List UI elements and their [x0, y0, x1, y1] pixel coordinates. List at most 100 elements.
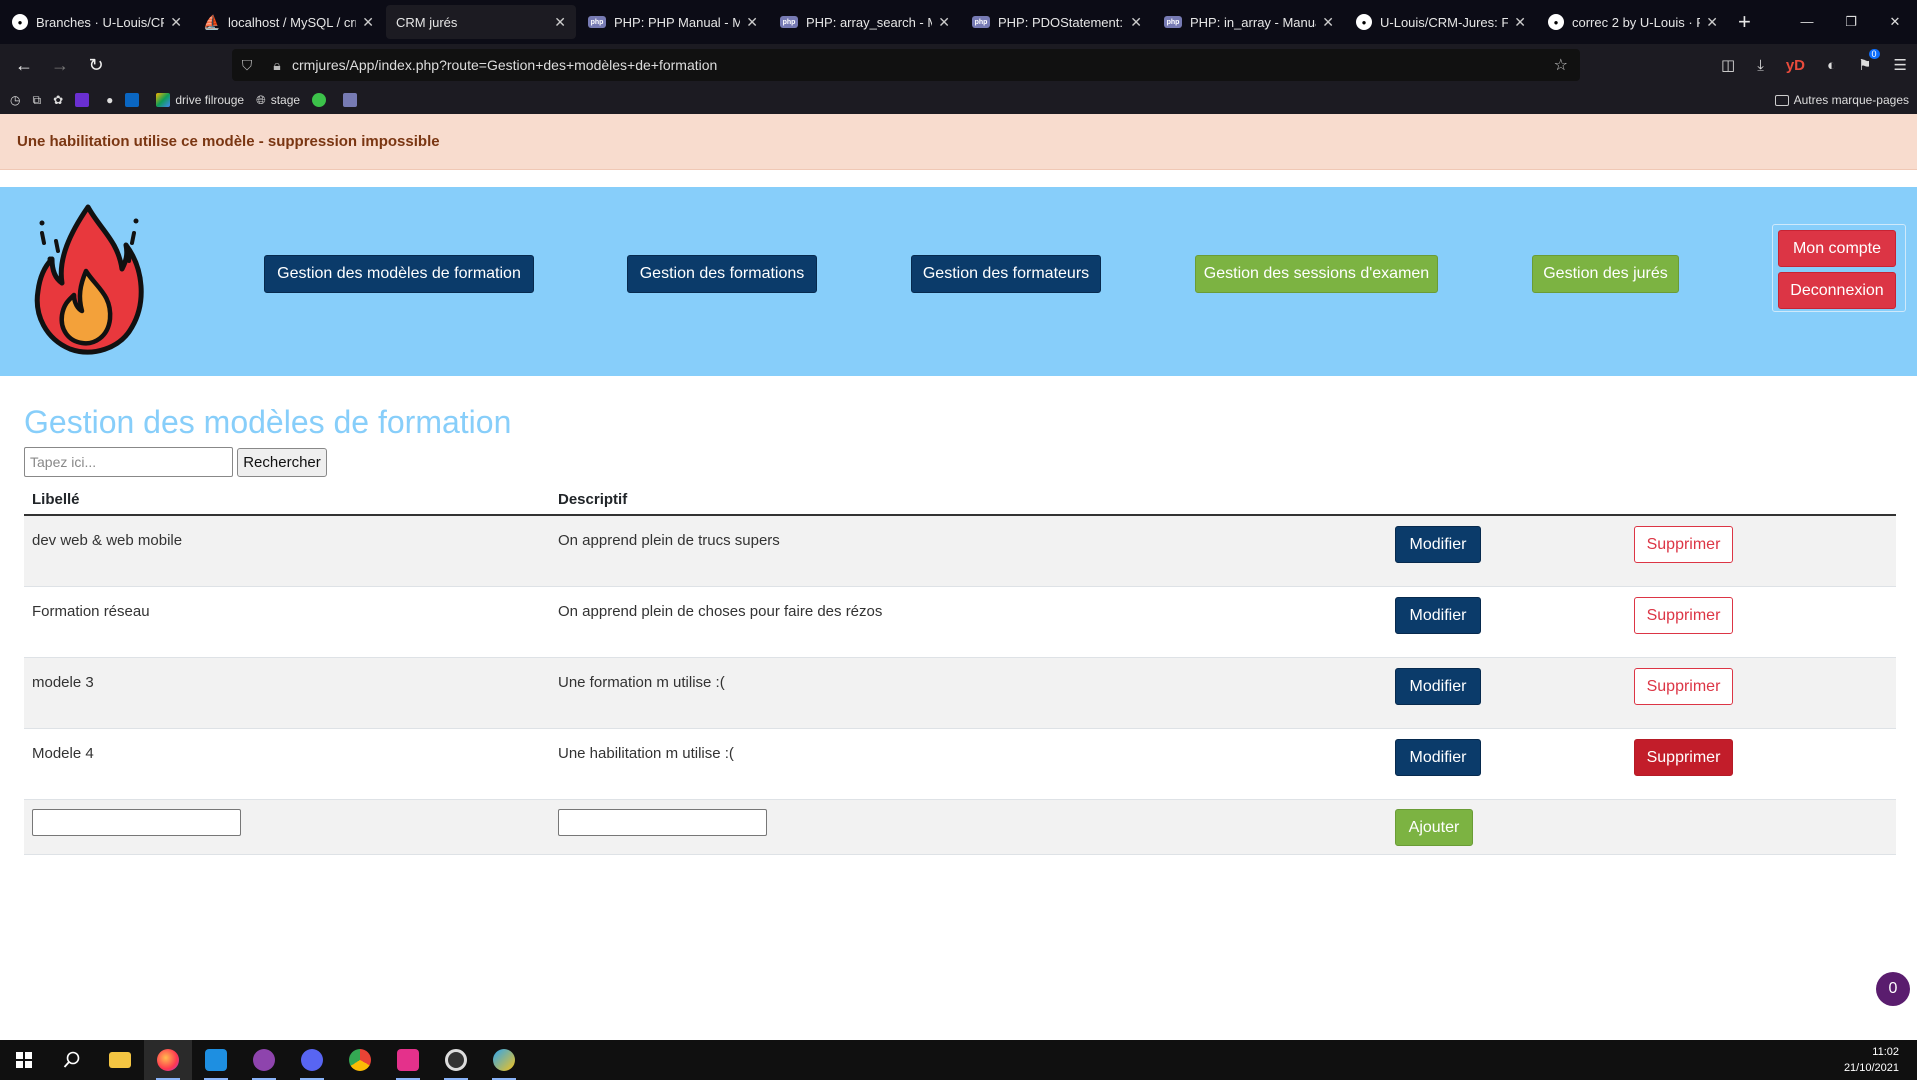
- other-bookmarks-label: Autres marque-pages: [1793, 93, 1909, 107]
- error-alert: Une habilitation utilise ce modèle - sup…: [0, 114, 1917, 170]
- minimize-icon[interactable]: —: [1785, 0, 1829, 44]
- media-icon[interactable]: [432, 1040, 480, 1080]
- browser-tab[interactable]: php PHP: PDOStatement::bin ✕: [962, 5, 1152, 39]
- models-table: Libellé Descriptif dev web & web mobile …: [24, 482, 1896, 855]
- search-button[interactable]: Rechercher: [237, 448, 327, 477]
- delete-button[interactable]: Supprimer: [1634, 597, 1733, 634]
- firefox-icon[interactable]: [144, 1040, 192, 1080]
- delete-button[interactable]: Supprimer: [1634, 526, 1733, 563]
- bookmark-github[interactable]: ●: [106, 93, 113, 107]
- close-icon[interactable]: ✕: [1514, 14, 1526, 31]
- close-icon[interactable]: ✕: [170, 14, 182, 31]
- bookmarks-bar: ◷ ⧉ ✿ ● drive filrouge 🌐︎ stage Autres ma…: [0, 86, 1917, 114]
- bookmark-extension[interactable]: ⧉: [32, 93, 41, 108]
- bookmark-game[interactable]: ✿: [53, 93, 63, 107]
- close-icon[interactable]: ✕: [554, 14, 566, 31]
- windows-start-icon[interactable]: [0, 1040, 48, 1080]
- extension-icon[interactable]: ◐: [1827, 57, 1836, 74]
- folder-glyph: [109, 1052, 131, 1068]
- browser-tab[interactable]: php PHP: PHP Manual - Man ✕: [578, 5, 768, 39]
- download-icon[interactable]: ⤓: [1757, 57, 1764, 74]
- wamp-icon[interactable]: [384, 1040, 432, 1080]
- add-button[interactable]: Ajouter: [1395, 809, 1473, 846]
- green-icon: [312, 93, 327, 107]
- other-bookmarks[interactable]: Autres marque-pages: [1774, 86, 1909, 114]
- browser-tab[interactable]: ● correc 2 by U-Louis · Pull ✕: [1538, 5, 1728, 39]
- restore-icon[interactable]: ❐: [1829, 0, 1873, 44]
- cell-descriptif: Une habilitation m utilise :(: [558, 745, 734, 762]
- clock-time: 11:02: [1872, 1046, 1899, 1058]
- bookmark-label: stage: [270, 93, 301, 107]
- tab-label: Branches · U-Louis/CRM: [36, 14, 164, 30]
- menu-icon[interactable]: ☰: [1894, 56, 1907, 74]
- discord-icon[interactable]: [288, 1040, 336, 1080]
- url-text[interactable]: crmjures/App/index.php?route=Gestion+des…: [292, 57, 717, 73]
- pocket-icon[interactable]: ◫: [1721, 56, 1735, 74]
- close-icon[interactable]: ✕: [938, 14, 950, 31]
- paint-icon[interactable]: [480, 1040, 528, 1080]
- close-icon[interactable]: ✕: [1130, 14, 1142, 31]
- chrome-icon[interactable]: [336, 1040, 384, 1080]
- tab-label: correc 2 by U-Louis · Pull: [1572, 14, 1700, 30]
- flame-logo-icon[interactable]: [30, 199, 150, 361]
- yandex-extension-icon[interactable]: yD: [1786, 57, 1805, 74]
- cell-libelle: Modele 4: [32, 745, 94, 762]
- new-descriptif-input[interactable]: [558, 809, 767, 836]
- table-row: dev web & web mobile On apprend plein de…: [24, 516, 1896, 587]
- bookmark-php[interactable]: [343, 93, 362, 107]
- github-icon: ●: [1548, 14, 1564, 30]
- forward-arrow-icon[interactable]: →: [42, 55, 78, 76]
- bookmark-green[interactable]: [312, 93, 331, 107]
- modify-button[interactable]: Modifier: [1395, 668, 1481, 705]
- my-account-button[interactable]: Mon compte: [1778, 230, 1896, 267]
- back-arrow-icon[interactable]: ←: [6, 55, 42, 76]
- new-libelle-input[interactable]: [32, 809, 241, 836]
- browser-tab[interactable]: ● Branches · U-Louis/CRM ✕: [2, 5, 192, 39]
- bookmark-history[interactable]: ◷: [10, 93, 20, 107]
- browser-tab[interactable]: ● U-Louis/CRM-Jures: Fil r ✕: [1346, 5, 1536, 39]
- page-info-icon[interactable]: 🔒︎: [262, 57, 292, 74]
- new-tab-icon[interactable]: +: [1738, 9, 1751, 35]
- logout-button[interactable]: Deconnexion: [1778, 272, 1896, 309]
- browser-tab[interactable]: php PHP: in_array - Manual ✕: [1154, 5, 1344, 39]
- browser-tab[interactable]: php PHP: array_search - Man ✕: [770, 5, 960, 39]
- modify-button[interactable]: Modifier: [1395, 597, 1481, 634]
- bookmark-drive[interactable]: drive filrouge: [156, 93, 244, 107]
- delete-button-focused[interactable]: Supprimer: [1634, 739, 1733, 776]
- vscode-icon[interactable]: [192, 1040, 240, 1080]
- search-input[interactable]: [24, 447, 233, 477]
- extension-badge-icon[interactable]: ⚑ 0: [1858, 49, 1880, 74]
- delete-button[interactable]: Supprimer: [1634, 668, 1733, 705]
- nav-button-jures[interactable]: Gestion des jurés: [1532, 255, 1679, 293]
- nav-button-formations[interactable]: Gestion des formations: [627, 255, 817, 293]
- github-desktop-icon[interactable]: [240, 1040, 288, 1080]
- bookmark-star-icon[interactable]: ☆: [1554, 55, 1568, 75]
- bookmark-linkedin[interactable]: [125, 93, 144, 107]
- close-icon[interactable]: ✕: [1322, 14, 1334, 31]
- nav-button-formateurs[interactable]: Gestion des formateurs: [911, 255, 1101, 293]
- tab-label: PHP: PDOStatement::bin: [998, 14, 1124, 30]
- nav-button-modeles[interactable]: Gestion des modèles de formation: [264, 255, 534, 293]
- close-icon[interactable]: ✕: [362, 14, 374, 31]
- modify-button[interactable]: Modifier: [1395, 526, 1481, 563]
- url-bar[interactable]: ⛉ 🔒︎ crmjures/App/index.php?route=Gestio…: [232, 49, 1580, 81]
- system-clock[interactable]: 11:02 21/10/2021: [1844, 1044, 1899, 1076]
- reload-icon[interactable]: ↻: [78, 55, 114, 76]
- bookmark-mail[interactable]: [75, 93, 94, 107]
- browser-tab-active[interactable]: CRM jurés ✕: [386, 5, 576, 39]
- close-window-icon[interactable]: ✕: [1873, 0, 1917, 44]
- nav-button-sessions[interactable]: Gestion des sessions d'examen: [1195, 255, 1438, 293]
- browser-nav-bar: ← → ↻ ⛉ 🔒︎ crmjures/App/index.php?route=…: [0, 44, 1917, 86]
- close-icon[interactable]: ✕: [746, 14, 758, 31]
- php-icon: [343, 93, 358, 107]
- browser-tab[interactable]: ⛵ localhost / MySQL / crm ✕: [194, 5, 384, 39]
- modify-button[interactable]: Modifier: [1395, 739, 1481, 776]
- tab-label: PHP: PHP Manual - Man: [614, 14, 741, 30]
- shield-icon[interactable]: ⛉: [232, 57, 262, 74]
- file-explorer-icon[interactable]: [96, 1040, 144, 1080]
- bookmark-stage[interactable]: 🌐︎ stage: [256, 93, 300, 108]
- search-icon[interactable]: [48, 1040, 96, 1080]
- cell-libelle: modele 3: [32, 674, 94, 691]
- chat-widget-badge[interactable]: 0: [1876, 972, 1910, 1006]
- close-icon[interactable]: ✕: [1706, 14, 1718, 31]
